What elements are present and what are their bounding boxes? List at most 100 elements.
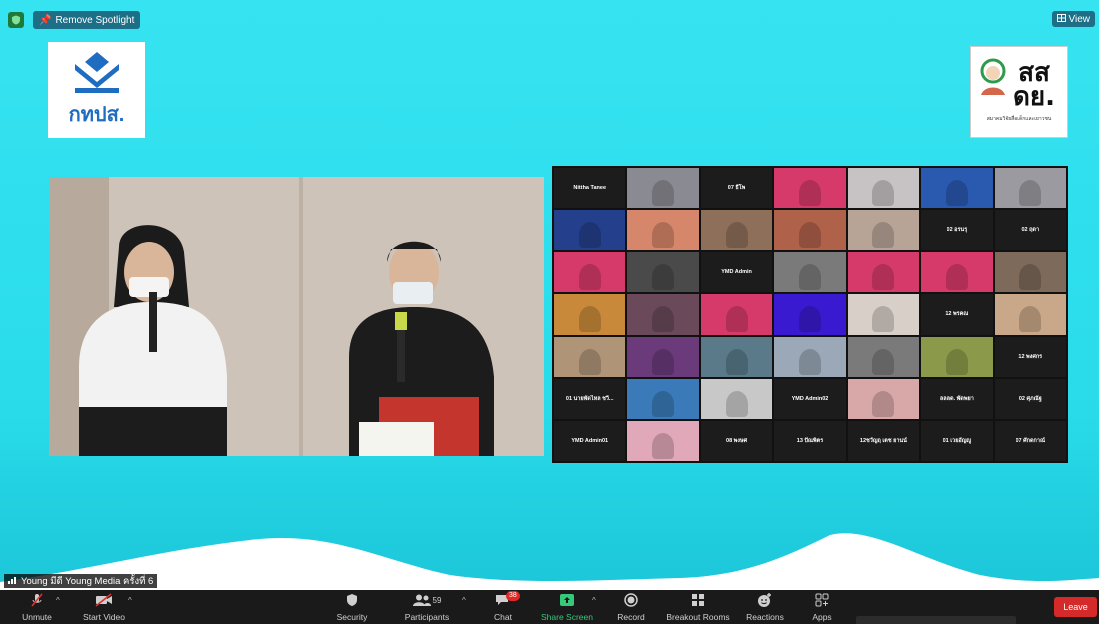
view-button[interactable]: View bbox=[1051, 11, 1095, 27]
participant-tile[interactable]: 12ชวัญฤ เตช ยานน์ bbox=[847, 420, 920, 461]
leave-label: Leave bbox=[1063, 602, 1088, 612]
participant-video-thumb bbox=[798, 180, 821, 207]
share-screen-label: Share Screen bbox=[541, 612, 593, 622]
unmute-label: Unmute bbox=[22, 612, 52, 622]
participant-video-thumb bbox=[652, 264, 675, 291]
chat-badge: 38 bbox=[506, 591, 520, 601]
participant-video-thumb bbox=[578, 348, 601, 375]
participant-tile[interactable] bbox=[554, 210, 626, 251]
participant-tile[interactable] bbox=[774, 336, 846, 377]
share-screen-button[interactable]: Share Screen bbox=[540, 590, 594, 624]
participant-tile[interactable] bbox=[554, 294, 626, 335]
participant-tile[interactable]: 02 ฤดา bbox=[994, 210, 1066, 251]
participant-video-thumb bbox=[1019, 180, 1042, 207]
participants-button[interactable]: 59 Participants bbox=[403, 590, 451, 624]
participant-tile[interactable] bbox=[627, 168, 699, 209]
participant-tile[interactable] bbox=[774, 168, 846, 209]
participants-caret-icon[interactable]: ^ bbox=[462, 596, 466, 605]
participant-tile[interactable] bbox=[994, 294, 1066, 335]
share-options-caret-icon[interactable]: ^ bbox=[592, 596, 596, 605]
participant-tile[interactable] bbox=[847, 252, 920, 293]
participant-tile[interactable] bbox=[700, 294, 773, 335]
reactions-button[interactable]: Reactions bbox=[744, 590, 786, 624]
participant-tile[interactable] bbox=[627, 420, 699, 461]
participant-tile[interactable]: 02 อรนรุ bbox=[921, 210, 993, 251]
left-logo-text: กทปส. bbox=[68, 104, 125, 126]
record-label: Record bbox=[617, 612, 645, 622]
participant-tile[interactable]: 12 พรคณ bbox=[921, 294, 993, 335]
participant-tile[interactable] bbox=[627, 336, 699, 377]
participant-video-thumb bbox=[652, 222, 675, 249]
participant-video-thumb bbox=[945, 348, 968, 375]
participant-tile[interactable]: 13 ปัณพิตร bbox=[774, 420, 846, 461]
participant-tile[interactable] bbox=[921, 336, 993, 377]
participant-tile[interactable] bbox=[627, 210, 699, 251]
participant-tile[interactable]: 02 ศุภณัฐ bbox=[994, 378, 1066, 419]
speaker-name-label: Young มีดี Young Media ครั้งที่ 6 bbox=[4, 574, 158, 588]
participant-name: 07 ธีโพ bbox=[727, 185, 746, 192]
participant-tile[interactable]: 08 พงษศ bbox=[700, 420, 773, 461]
participants-count: 59 bbox=[432, 595, 442, 605]
participant-tile[interactable]: ลลลด. พัดพยา bbox=[921, 378, 993, 419]
left-logo: กทปส. bbox=[48, 42, 145, 138]
participant-video-thumb bbox=[652, 432, 675, 459]
participant-tile[interactable] bbox=[847, 294, 920, 335]
spotlight-video[interactable] bbox=[49, 177, 544, 456]
participant-name: YMD Admin02 bbox=[791, 395, 829, 402]
remove-spotlight-label: Remove Spotlight bbox=[55, 14, 135, 26]
participant-tile[interactable] bbox=[627, 252, 699, 293]
participant-tile[interactable] bbox=[847, 336, 920, 377]
participant-tile[interactable] bbox=[554, 336, 626, 377]
participant-tile[interactable] bbox=[847, 168, 920, 209]
participant-tile[interactable] bbox=[921, 252, 993, 293]
toolbar-notification-strip bbox=[856, 616, 1016, 624]
grid-icon bbox=[1056, 13, 1066, 25]
reactions-label: Reactions bbox=[746, 612, 784, 622]
participant-tile[interactable] bbox=[994, 168, 1066, 209]
participant-tile[interactable] bbox=[774, 210, 846, 251]
apps-button[interactable]: Apps bbox=[808, 590, 836, 624]
participant-tile[interactable]: 12 พงศกร bbox=[994, 336, 1066, 377]
start-video-button[interactable]: Start Video bbox=[80, 590, 128, 624]
participant-video-thumb bbox=[725, 390, 748, 417]
audio-options-caret-icon[interactable]: ^ bbox=[56, 596, 60, 605]
leave-button[interactable]: Leave bbox=[1054, 597, 1097, 617]
participant-tile[interactable] bbox=[994, 252, 1066, 293]
participant-name: 13 ปัณพิตร bbox=[796, 437, 824, 444]
view-label: View bbox=[1068, 13, 1091, 25]
remove-spotlight-button[interactable]: 📌 Remove Spotlight bbox=[33, 11, 141, 29]
video-options-caret-icon[interactable]: ^ bbox=[128, 596, 132, 605]
participant-tile[interactable]: YMD Admin bbox=[700, 252, 773, 293]
participant-video-thumb bbox=[872, 264, 895, 291]
participant-tile[interactable] bbox=[700, 210, 773, 251]
participant-tile[interactable]: 01 นายพัดไหล ชวี... bbox=[554, 378, 626, 419]
participant-tile[interactable]: 01 เวยอัญญู bbox=[921, 420, 993, 461]
participant-tile[interactable] bbox=[627, 378, 699, 419]
participant-tile[interactable]: 07 ธีโพ bbox=[700, 168, 773, 209]
participant-video-thumb bbox=[578, 306, 601, 333]
participant-tile[interactable]: 07 ศักดกาณ์ bbox=[994, 420, 1066, 461]
participant-tile[interactable]: Nittha Tanee bbox=[554, 168, 626, 209]
participant-tile[interactable]: YMD Admin02 bbox=[774, 378, 846, 419]
participant-name: Nittha Tanee bbox=[573, 185, 607, 192]
record-button[interactable]: Record bbox=[614, 590, 648, 624]
participant-video-thumb bbox=[945, 264, 968, 291]
chat-button[interactable]: 38 Chat bbox=[490, 590, 520, 624]
participant-tile[interactable] bbox=[627, 294, 699, 335]
security-button[interactable]: Security bbox=[334, 590, 370, 624]
meeting-stage: 📌 Remove Spotlight View กทปส. สส ดย. สมา… bbox=[0, 0, 1099, 590]
participant-name: ลลลด. พัดพยา bbox=[939, 395, 974, 402]
participant-tile[interactable] bbox=[700, 378, 773, 419]
participant-tile[interactable] bbox=[554, 252, 626, 293]
participant-tile[interactable] bbox=[774, 252, 846, 293]
participant-tile[interactable] bbox=[921, 168, 993, 209]
participant-name: 12 พรคณ bbox=[945, 311, 969, 318]
participant-tile[interactable] bbox=[774, 294, 846, 335]
breakout-rooms-button[interactable]: Breakout Rooms bbox=[664, 590, 732, 624]
participant-tile[interactable]: YMD Admin01 bbox=[554, 420, 626, 461]
participant-tile[interactable] bbox=[700, 336, 773, 377]
unmute-button[interactable]: Unmute bbox=[18, 590, 56, 624]
security-shield-icon[interactable] bbox=[8, 12, 24, 28]
participant-tile[interactable] bbox=[847, 210, 920, 251]
participant-tile[interactable] bbox=[847, 378, 920, 419]
